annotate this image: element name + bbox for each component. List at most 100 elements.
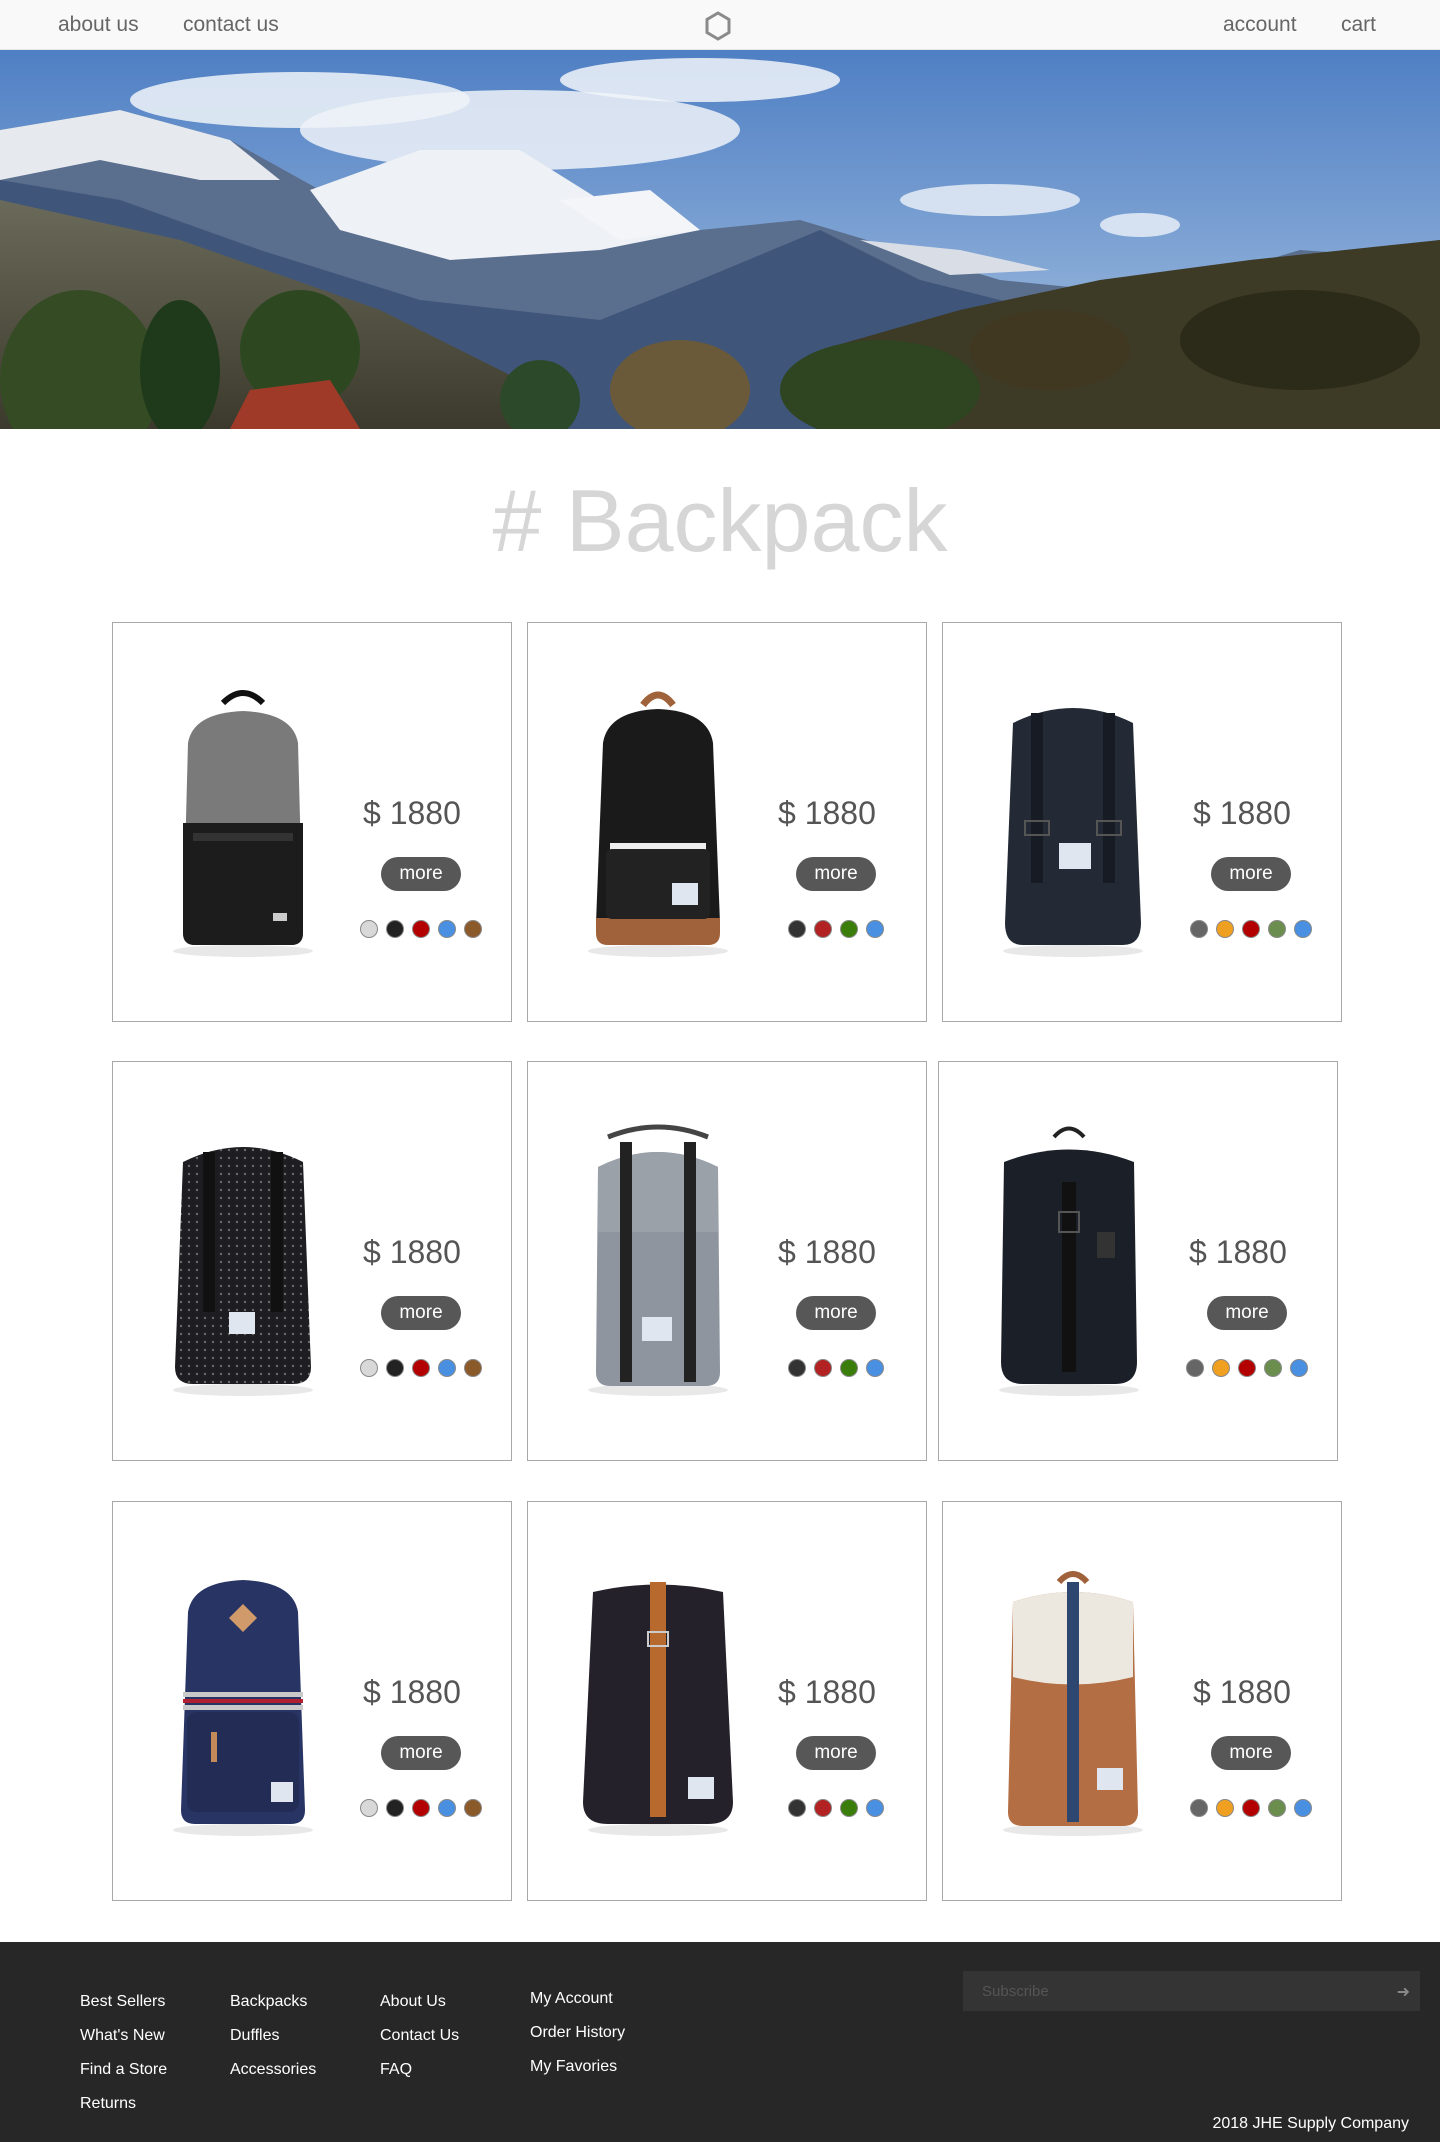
color-swatch[interactable] (814, 1799, 832, 1817)
product-card[interactable]: $ 1880 more (942, 622, 1342, 1022)
color-swatch[interactable] (1216, 920, 1234, 938)
footer-column-categories: Backpacks Duffles Accessories (230, 1992, 316, 2094)
color-swatch[interactable] (412, 1799, 430, 1817)
footer-link[interactable]: Best Sellers (80, 1993, 165, 2010)
footer-link[interactable]: Contact Us (380, 2027, 459, 2044)
color-swatch[interactable] (1242, 1799, 1260, 1817)
more-button[interactable]: more (381, 1736, 461, 1770)
color-swatch[interactable] (412, 920, 430, 938)
nav-contact-link[interactable]: contact us (183, 13, 279, 37)
color-swatch[interactable] (1294, 920, 1312, 938)
color-swatch[interactable] (438, 920, 456, 938)
footer-link[interactable]: About Us (380, 1993, 446, 2010)
color-swatch[interactable] (386, 1799, 404, 1817)
color-swatch[interactable] (1238, 1359, 1256, 1377)
product-price: $ 1880 (778, 795, 876, 831)
subscribe-input[interactable] (963, 1971, 1383, 2011)
product-image[interactable] (153, 1562, 333, 1842)
color-swatch[interactable] (814, 920, 832, 938)
color-swatch[interactable] (464, 920, 482, 938)
color-swatches (788, 1359, 884, 1379)
footer-link[interactable]: Backpacks (230, 1993, 307, 2010)
nav-cart-link[interactable]: cart (1341, 13, 1376, 37)
nav-about-link[interactable]: about us (58, 13, 139, 37)
more-button[interactable]: more (796, 1736, 876, 1770)
product-image[interactable] (979, 1122, 1159, 1402)
footer-link[interactable]: Returns (80, 2095, 136, 2112)
footer: Best Sellers What's New Find a Store Ret… (0, 1942, 1440, 2142)
footer-link[interactable]: Find a Store (80, 2061, 167, 2078)
color-swatch[interactable] (866, 1799, 884, 1817)
product-image[interactable] (983, 683, 1163, 963)
color-swatch[interactable] (1290, 1359, 1308, 1377)
product-image[interactable] (153, 683, 333, 963)
color-swatch[interactable] (866, 1359, 884, 1377)
color-swatch[interactable] (788, 920, 806, 938)
product-card[interactable]: $ 1880 more (112, 1061, 512, 1461)
footer-link[interactable]: Duffles (230, 2027, 280, 2044)
product-image[interactable] (568, 1122, 748, 1402)
color-swatch[interactable] (1268, 920, 1286, 938)
color-swatch[interactable] (1216, 1799, 1234, 1817)
footer-link[interactable]: My Account (530, 1990, 613, 2007)
more-button[interactable]: more (796, 1296, 876, 1330)
more-button[interactable]: more (1207, 1296, 1287, 1330)
color-swatch[interactable] (438, 1359, 456, 1377)
color-swatch[interactable] (1242, 920, 1260, 938)
product-image[interactable] (983, 1562, 1163, 1842)
product-price: $ 1880 (363, 1234, 461, 1270)
color-swatch[interactable] (788, 1799, 806, 1817)
color-swatch[interactable] (360, 920, 378, 938)
product-image[interactable] (568, 683, 748, 963)
nav-account-link[interactable]: account (1223, 13, 1297, 37)
hexagon-logo-icon[interactable] (702, 10, 734, 42)
color-swatch[interactable] (1294, 1799, 1312, 1817)
more-button[interactable]: more (381, 1296, 461, 1330)
color-swatch[interactable] (788, 1359, 806, 1377)
color-swatch[interactable] (1264, 1359, 1282, 1377)
color-swatch[interactable] (814, 1359, 832, 1377)
footer-link[interactable]: FAQ (380, 2061, 412, 2078)
product-card[interactable]: $ 1880 more (942, 1501, 1342, 1901)
color-swatch[interactable] (1212, 1359, 1230, 1377)
color-swatch[interactable] (840, 1359, 858, 1377)
color-swatch[interactable] (866, 920, 884, 938)
color-swatch[interactable] (1268, 1799, 1286, 1817)
color-swatch[interactable] (386, 1359, 404, 1377)
more-button[interactable]: more (1211, 857, 1291, 891)
more-button[interactable]: more (796, 857, 876, 891)
product-price: $ 1880 (1193, 1674, 1291, 1710)
color-swatch[interactable] (1190, 1799, 1208, 1817)
product-image[interactable] (153, 1122, 333, 1402)
footer-column-shop: Best Sellers What's New Find a Store Ret… (80, 1992, 167, 2128)
color-swatch[interactable] (840, 920, 858, 938)
copyright-text: 2018 JHE Supply Company (1212, 2115, 1409, 2132)
product-card[interactable]: $ 1880 more (527, 1501, 927, 1901)
more-button[interactable]: more (1211, 1736, 1291, 1770)
product-image[interactable] (568, 1562, 748, 1842)
footer-link[interactable]: My Favories (530, 2058, 617, 2075)
footer-link[interactable]: What's New (80, 2027, 165, 2044)
color-swatch[interactable] (438, 1799, 456, 1817)
page-title: # Backpack (492, 471, 948, 570)
color-swatches (360, 920, 482, 940)
product-card[interactable]: $ 1880 more (938, 1061, 1338, 1461)
product-card[interactable]: $ 1880 more (112, 1501, 512, 1901)
footer-link[interactable]: Accessories (230, 2061, 316, 2078)
color-swatch[interactable] (386, 920, 404, 938)
footer-link[interactable]: Order History (530, 2024, 625, 2041)
color-swatch[interactable] (412, 1359, 430, 1377)
color-swatch[interactable] (464, 1359, 482, 1377)
product-card[interactable]: $ 1880 more (527, 622, 927, 1022)
color-swatches (788, 1799, 884, 1819)
color-swatch[interactable] (464, 1799, 482, 1817)
color-swatch[interactable] (360, 1359, 378, 1377)
color-swatch[interactable] (1186, 1359, 1204, 1377)
color-swatch[interactable] (1190, 920, 1208, 938)
product-card[interactable]: $ 1880 more (527, 1061, 927, 1461)
color-swatch[interactable] (360, 1799, 378, 1817)
arrow-right-icon[interactable]: ➜ (1397, 1982, 1410, 2002)
more-button[interactable]: more (381, 857, 461, 891)
product-card[interactable]: $ 1880 more (112, 622, 512, 1022)
color-swatch[interactable] (840, 1799, 858, 1817)
